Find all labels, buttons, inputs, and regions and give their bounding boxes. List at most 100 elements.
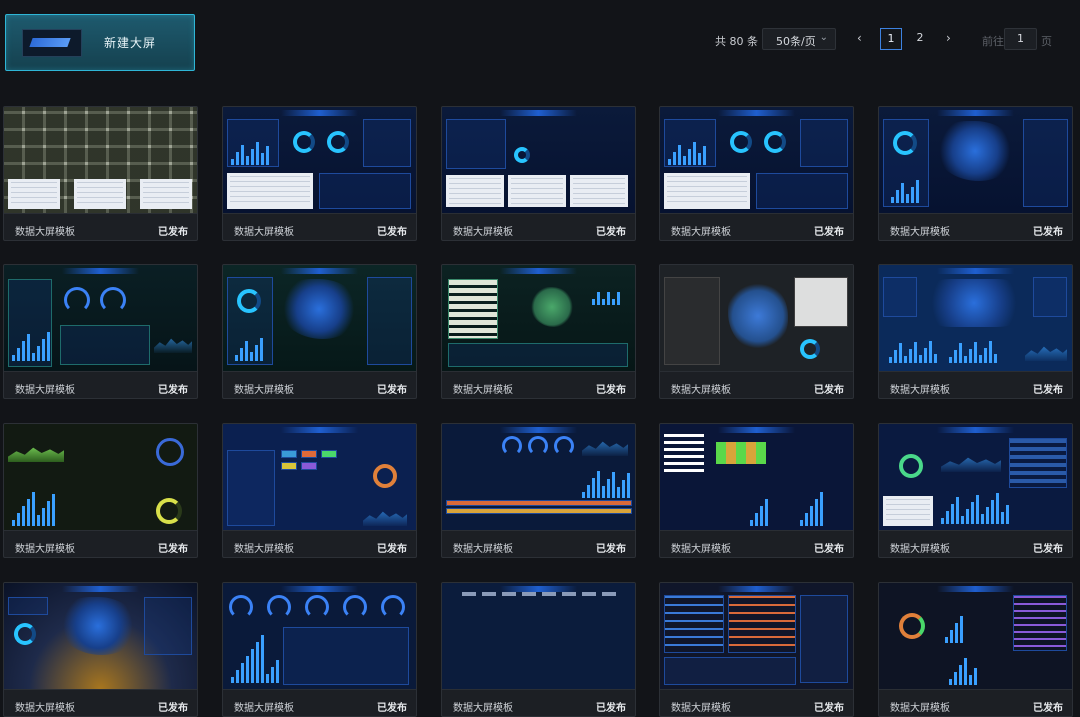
status-badge: 已发布: [377, 544, 407, 555]
template-name: 数据大屏模板: [234, 544, 294, 555]
chevron-left-icon[interactable]: ‹: [857, 31, 862, 45]
template-card-footer: 数据大屏模板 已发布: [660, 213, 853, 240]
template-preview-image: [223, 107, 416, 213]
template-name: 数据大屏模板: [453, 544, 513, 555]
template-card-footer: 数据大屏模板 已发布: [223, 689, 416, 716]
template-card-footer: 数据大屏模板 已发布: [442, 213, 635, 240]
template-name: 数据大屏模板: [890, 544, 950, 555]
template-card-footer: 数据大屏模板 已发布: [4, 213, 197, 240]
template-card[interactable]: 数据大屏模板 已发布: [659, 106, 854, 241]
chevron-down-icon: ⌄: [819, 32, 828, 43]
status-badge: 已发布: [1033, 227, 1063, 238]
template-card[interactable]: 数据大屏模板 已发布: [878, 582, 1073, 717]
page-size-value: 50条/页: [776, 35, 816, 48]
template-name: 数据大屏模板: [453, 227, 513, 238]
page-button-2[interactable]: 2: [909, 28, 931, 50]
template-card[interactable]: 数据大屏模板 已发布: [222, 106, 417, 241]
template-name: 数据大屏模板: [234, 385, 294, 396]
template-card-footer: 数据大屏模板 已发布: [879, 689, 1072, 716]
template-card[interactable]: 数据大屏模板 已发布: [878, 264, 1073, 399]
goto-page-input[interactable]: 1: [1004, 28, 1037, 50]
status-badge: 已发布: [1033, 703, 1063, 714]
template-preview-image: [4, 424, 197, 530]
template-name: 数据大屏模板: [890, 385, 950, 396]
template-card[interactable]: 数据大屏模板 已发布: [222, 582, 417, 717]
template-name: 数据大屏模板: [890, 703, 950, 714]
template-name: 数据大屏模板: [453, 703, 513, 714]
status-badge: 已发布: [596, 385, 626, 396]
page-button-1[interactable]: 1: [880, 28, 902, 50]
status-badge: 已发布: [377, 385, 407, 396]
template-card[interactable]: 数据大屏模板 已发布: [878, 423, 1073, 558]
status-badge: 已发布: [158, 385, 188, 396]
template-name: 数据大屏模板: [671, 227, 731, 238]
template-name: 数据大屏模板: [671, 703, 731, 714]
new-screen-button[interactable]: 新建大屏: [5, 14, 195, 71]
template-preview-image: [879, 107, 1072, 213]
template-card-footer: 数据大屏模板 已发布: [879, 530, 1072, 557]
template-card[interactable]: 数据大屏模板 已发布: [3, 264, 198, 399]
template-card[interactable]: 数据大屏模板 已发布: [659, 264, 854, 399]
template-card-footer: 数据大屏模板 已发布: [223, 213, 416, 240]
status-badge: 已发布: [158, 227, 188, 238]
page-size-select[interactable]: 50条/页 ⌄: [762, 28, 836, 50]
template-name: 数据大屏模板: [15, 227, 75, 238]
template-name: 数据大屏模板: [671, 385, 731, 396]
template-preview-image: [660, 107, 853, 213]
status-badge: 已发布: [814, 703, 844, 714]
template-card[interactable]: 数据大屏模板 已发布: [3, 423, 198, 558]
template-name: 数据大屏模板: [453, 385, 513, 396]
template-card-footer: 数据大屏模板 已发布: [4, 371, 197, 398]
status-badge: 已发布: [814, 544, 844, 555]
status-badge: 已发布: [377, 703, 407, 714]
new-screen-button-label: 新建大屏: [104, 36, 157, 50]
template-card[interactable]: 数据大屏模板 已发布: [659, 423, 854, 558]
template-card[interactable]: 数据大屏模板 已发布: [659, 582, 854, 717]
template-preview-image: [879, 265, 1072, 371]
template-card[interactable]: 数据大屏模板 已发布: [222, 423, 417, 558]
template-name: 数据大屏模板: [234, 703, 294, 714]
template-name: 数据大屏模板: [234, 227, 294, 238]
template-card-footer: 数据大屏模板 已发布: [223, 530, 416, 557]
total-count: 共 80 条: [715, 35, 758, 48]
status-badge: 已发布: [814, 227, 844, 238]
template-preview-image: [660, 424, 853, 530]
template-card-footer: 数据大屏模板 已发布: [442, 530, 635, 557]
template-card-footer: 数据大屏模板 已发布: [660, 689, 853, 716]
template-preview-image: [4, 265, 197, 371]
template-card-footer: 数据大屏模板 已发布: [442, 689, 635, 716]
template-card[interactable]: 数据大屏模板 已发布: [441, 582, 636, 717]
template-preview-image: [4, 107, 197, 213]
status-badge: 已发布: [1033, 385, 1063, 396]
chevron-right-icon[interactable]: ›: [946, 31, 951, 45]
template-card[interactable]: 数据大屏模板 已发布: [441, 264, 636, 399]
screen-thumbnail-icon: [22, 29, 82, 57]
template-card[interactable]: 数据大屏模板 已发布: [222, 264, 417, 399]
template-card-footer: 数据大屏模板 已发布: [4, 689, 197, 716]
template-preview-image: [442, 265, 635, 371]
top-toolbar: 新建大屏 共 80 条 50条/页 ⌄ ‹ 1 2 › 前往 1 页: [0, 0, 1080, 90]
template-card[interactable]: 数据大屏模板 已发布: [878, 106, 1073, 241]
template-card-footer: 数据大屏模板 已发布: [660, 530, 853, 557]
template-name: 数据大屏模板: [890, 227, 950, 238]
template-card[interactable]: 数据大屏模板 已发布: [441, 423, 636, 558]
page-suffix-label: 页: [1041, 35, 1052, 48]
template-card[interactable]: 数据大屏模板 已发布: [441, 106, 636, 241]
template-card[interactable]: 数据大屏模板 已发布: [3, 106, 198, 241]
template-preview-image: [4, 583, 197, 689]
template-preview-image: [442, 583, 635, 689]
status-badge: 已发布: [158, 544, 188, 555]
template-preview-image: [223, 424, 416, 530]
template-preview-image: [660, 583, 853, 689]
template-preview-image: [879, 583, 1072, 689]
template-card[interactable]: 数据大屏模板 已发布: [3, 582, 198, 717]
template-preview-image: [442, 424, 635, 530]
status-badge: 已发布: [596, 227, 626, 238]
template-name: 数据大屏模板: [15, 544, 75, 555]
template-card-footer: 数据大屏模板 已发布: [442, 371, 635, 398]
template-card-footer: 数据大屏模板 已发布: [879, 213, 1072, 240]
template-name: 数据大屏模板: [671, 544, 731, 555]
template-preview-image: [879, 424, 1072, 530]
template-name: 数据大屏模板: [15, 385, 75, 396]
goto-label: 前往: [982, 35, 1004, 48]
